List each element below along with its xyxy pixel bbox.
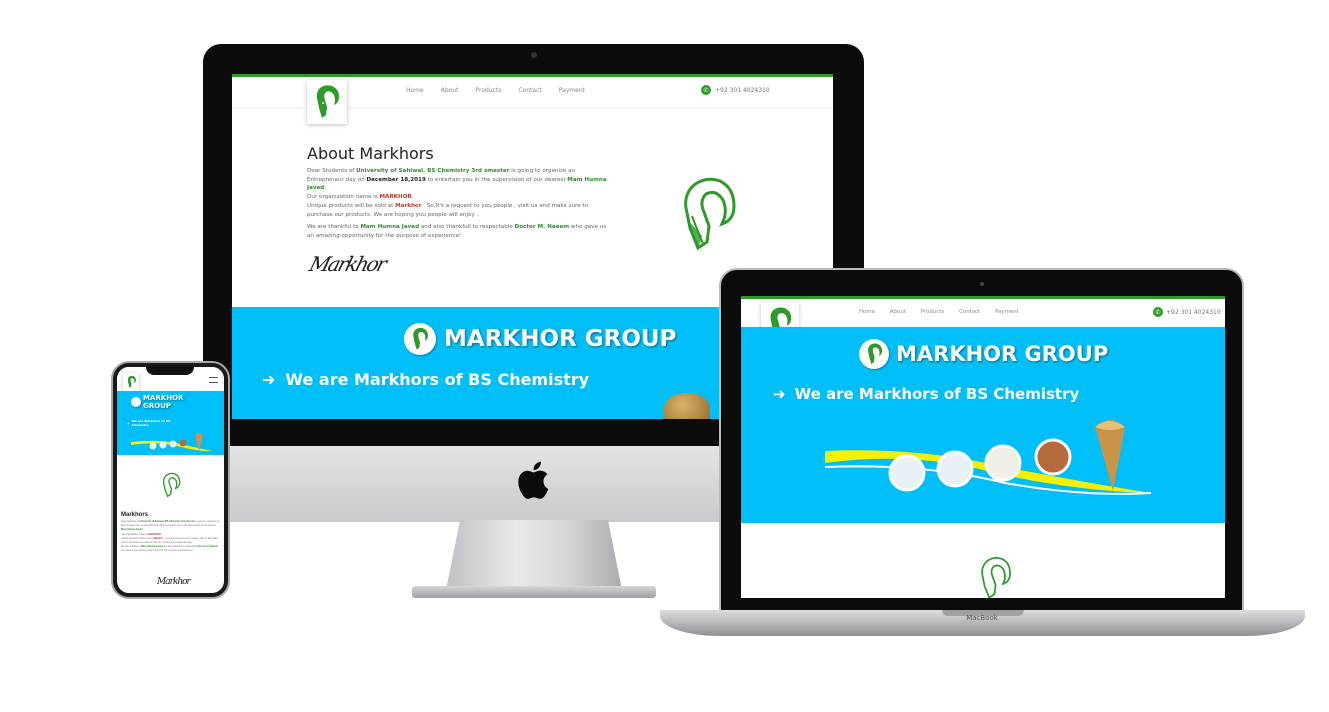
- markhor-illustration-icon: [162, 472, 181, 498]
- macbook-screen: Home About Products Contact Payment ✆ +9…: [741, 296, 1225, 598]
- macbook-camera: [980, 282, 984, 286]
- imac-stand-foot: [412, 586, 656, 598]
- brand-name: MARKHOR GROUP: [143, 394, 184, 410]
- hero-tagline: ➜ We are Markhors of BS Chemistry: [127, 419, 187, 427]
- iphone-notch: [146, 366, 194, 375]
- nav-home[interactable]: Home: [406, 87, 424, 94]
- about-paragraph-4: We are thankful to Mam Humna Javed and a…: [307, 224, 607, 239]
- apple-logo-icon: [518, 461, 549, 499]
- phone-number: +92 301 4024310: [1166, 308, 1221, 316]
- arrow-right-icon: ➜: [127, 421, 130, 425]
- product-showcase-wave: [825, 420, 1152, 495]
- nav-products[interactable]: Products: [921, 309, 944, 315]
- about-paragraph-2: Our organization name is MARKHOR.: [307, 194, 414, 201]
- product-showcase-wave: [131, 433, 213, 452]
- tagline-text: We are Markhors of BS Chemistry: [285, 370, 590, 389]
- tagline-text: We are Markhors of BS Chemistry: [794, 385, 1080, 403]
- tagline-text: We are Markhors of BS Chemistry: [131, 419, 171, 427]
- hero-banner: MARKHOR GROUP ➜ We are Markhors of BS Ch…: [741, 327, 1225, 523]
- markhor-illustration-icon: [981, 556, 1011, 598]
- brand-name: MARKHOR GROUP: [444, 326, 677, 352]
- hero-tagline: ➜ We are Markhors of BS Chemistry: [773, 385, 1079, 403]
- brand-title: MARKHOR GROUP: [404, 323, 676, 355]
- product-cone-image: [664, 393, 710, 419]
- nav-menu: Home About Products Contact Payment: [859, 309, 1019, 315]
- brand-logo-icon: [131, 397, 141, 407]
- nav-about[interactable]: About: [441, 87, 459, 94]
- phone-number: +92 301 4024310: [715, 86, 770, 94]
- markhor-illustration-icon: [684, 177, 736, 251]
- brand-title: MARKHOR GROUP: [131, 394, 211, 410]
- arrow-right-icon: ➜: [773, 385, 786, 403]
- about-title: Markhors: [121, 512, 149, 518]
- nav-about[interactable]: About: [890, 309, 906, 315]
- phone-icon: ✆: [701, 85, 711, 95]
- nav-contact[interactable]: Contact: [959, 309, 980, 315]
- nav-payment[interactable]: Payment: [995, 309, 1019, 315]
- menu-toggle-icon[interactable]: [209, 377, 218, 383]
- brand-name: MARKHOR GROUP: [896, 342, 1109, 366]
- iphone-screen: MARKHOR GROUP ➜ We are Markhors of BS Ch…: [117, 367, 224, 593]
- brand-title: MARKHOR GROUP: [859, 339, 1108, 369]
- phone-icon: ✆: [1153, 307, 1163, 317]
- markhor-logo-icon: [316, 85, 339, 118]
- phone-contact[interactable]: ✆ +92 301 4024310: [701, 85, 770, 95]
- nav-products[interactable]: Products: [475, 87, 501, 94]
- signature: Markhor: [306, 252, 388, 276]
- site-logo[interactable]: [307, 80, 347, 124]
- about-title: About Markhors: [307, 144, 434, 163]
- nav-home[interactable]: Home: [859, 309, 875, 315]
- imac-stand: [446, 520, 622, 590]
- hero-banner: MARKHOR GROUP ➜ We are Markhors of BS Ch…: [117, 391, 224, 455]
- about-text-preview: Dear Students of University of Sahiwal, …: [121, 520, 220, 553]
- brand-logo-icon: [859, 339, 889, 369]
- macbook-label: MacBook: [966, 614, 998, 622]
- about-paragraph-1: Dear Students of University of Sahiwal, …: [307, 168, 607, 192]
- brand-logo-icon: [404, 323, 436, 355]
- nav-menu: Home About Products Contact Payment: [406, 87, 585, 94]
- nav-contact[interactable]: Contact: [518, 87, 541, 94]
- site-logo[interactable]: [123, 373, 139, 391]
- markhor-logo-icon: [127, 375, 136, 388]
- imac-camera: [531, 52, 537, 58]
- nav-payment[interactable]: Payment: [559, 87, 585, 94]
- signature: Markhor: [157, 577, 191, 587]
- phone-contact[interactable]: ✆ +92 301 4024310: [1153, 307, 1221, 317]
- hero-tagline: ➜ We are Markhors of BS Chemistry: [262, 370, 589, 389]
- about-text: Dear Students of University of Sahiwal, …: [307, 167, 609, 241]
- about-paragraph-3: Unique products will be sold at Markhor …: [307, 202, 589, 218]
- arrow-right-icon: ➜: [262, 370, 276, 389]
